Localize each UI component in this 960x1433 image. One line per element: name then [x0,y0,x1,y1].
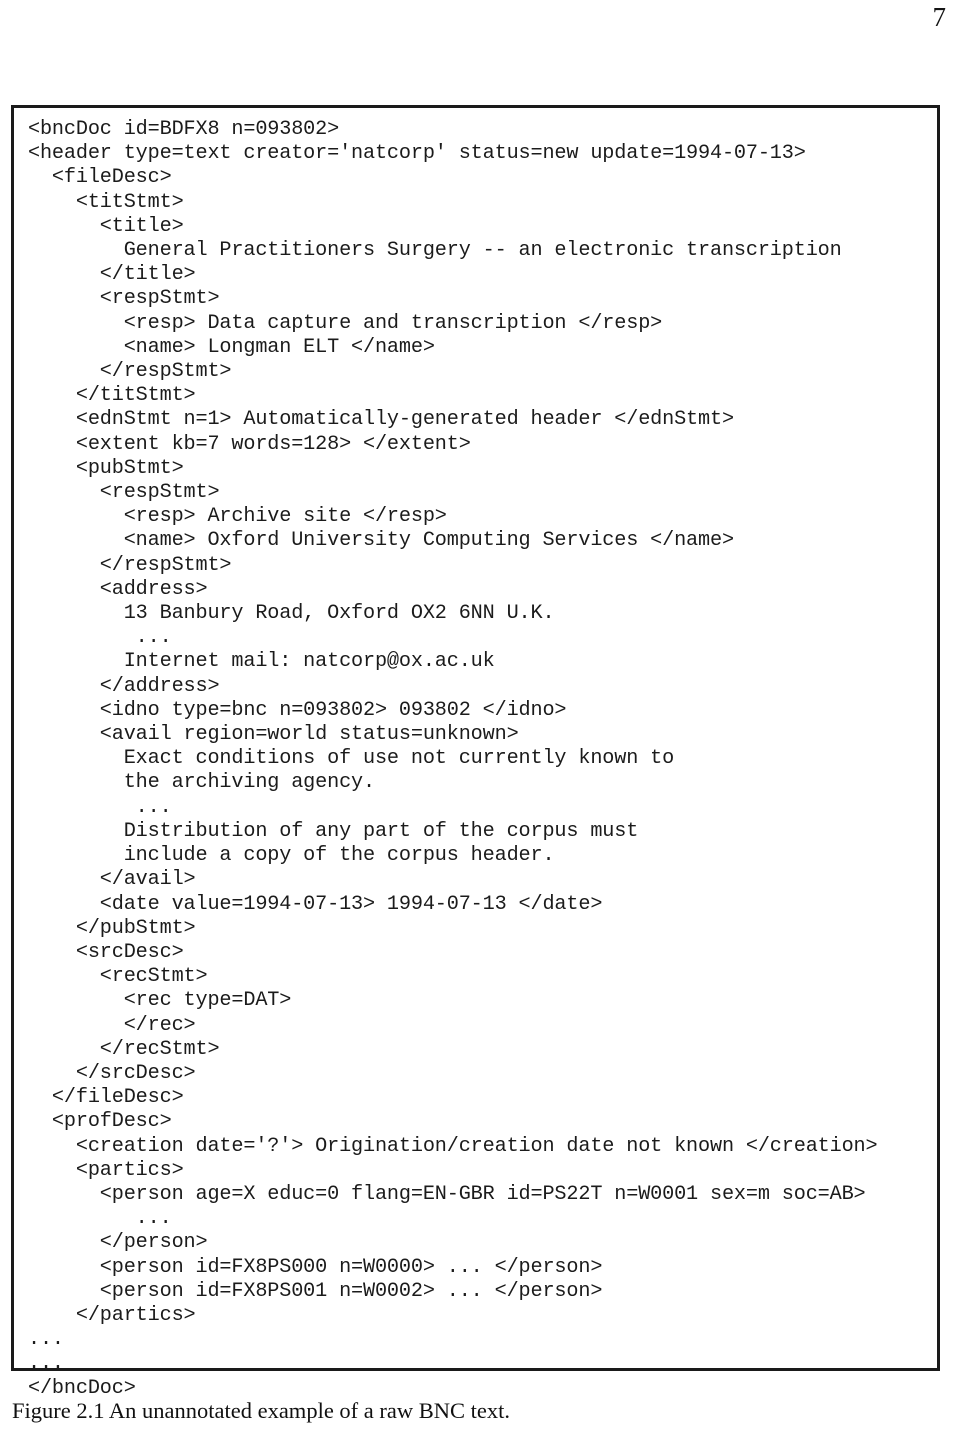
code-line: <creation date='?'> Origination/creation… [28,1134,878,1158]
code-line: include a copy of the corpus header. [28,844,555,868]
code-line: </partics> [28,1303,196,1327]
code-line: </recStmt> [28,1037,220,1061]
code-line: <fileDesc> [28,166,172,190]
code-line: <header type=text creator='natcorp' stat… [28,142,806,166]
code-line: <ednStmt n=1> Automatically-generated he… [28,408,734,432]
code-line: </titStmt> [28,384,196,408]
code-line: </avail> [28,868,196,892]
code-line: <respStmt> [28,287,220,311]
code-line: ... [28,626,172,650]
code-line: <resp> Data capture and transcription </… [28,311,663,335]
code-line: 13 Banbury Road, Oxford OX2 6NN U.K. [28,602,555,626]
code-line: Exact conditions of use not currently kn… [28,747,675,771]
code-line: <extent kb=7 words=128> </extent> [28,432,471,456]
code-line: </rec> [28,1013,196,1037]
code-listing: <bncDoc id=BDFX8 n=093802> <header type=t… [14,108,937,1401]
figure-frame: <bncDoc id=BDFX8 n=093802> <header type=t… [11,105,940,1400]
code-line: ... [28,795,172,819]
code-line: <profDesc> [28,1110,172,1134]
code-line: </address> [28,674,220,698]
code-line: the archiving agency. [28,771,375,795]
code-line: </person> [28,1231,208,1255]
code-line: ... [28,1207,172,1231]
code-line: ... [28,1328,64,1352]
code-line: <srcDesc> [28,940,184,964]
code-line: <pubStmt> [28,456,184,480]
code-line: <partics> [28,1158,184,1182]
code-line: <bncDoc id=BDFX8 n=093802> [28,118,340,141]
code-line: <recStmt> [28,965,208,989]
code-line: <person id=FX8PS001 n=W0002> ... </perso… [28,1279,603,1303]
code-line: <respStmt> [28,481,220,505]
code-line: </fileDesc> [28,1086,184,1110]
code-line: </srcDesc> [28,1061,196,1085]
code-line: <address> [28,577,208,601]
code-line: <date value=1994-07-13> 1994-07-13 </dat… [28,892,603,916]
document-page: { "page": { "number": "7", "background_c… [0,0,960,1433]
code-line: <person id=FX8PS000 n=W0000> ... </perso… [28,1255,603,1279]
code-line: General Practitioners Surgery -- an elec… [28,239,842,263]
code-line: <person age=X educ=0 flang=EN-GBR id=PS2… [28,1182,866,1206]
code-line: <titStmt> [28,190,184,214]
code-line: </respStmt> [28,360,232,384]
code-line: <name> Longman ELT </name> [28,335,435,359]
code-line: </respStmt> [28,553,232,577]
figure-caption: Figure 2.1 An unannotated example of a r… [12,1398,511,1423]
page-number: 7 [932,2,947,32]
code-line: Distribution of any part of the corpus m… [28,819,639,843]
code-line: <resp> Archive site </resp> [28,505,447,529]
code-line: <rec type=DAT> [28,989,292,1013]
code-line: Internet mail: natcorp@ox.ac.uk [28,650,495,674]
code-line: <name> Oxford University Computing Servi… [28,529,734,553]
code-line: </pubStmt> [28,916,196,940]
code-line: <avail region=world status=unknown> [28,723,519,747]
code-line: ... [28,1352,64,1376]
code-line: </title> [28,263,196,287]
code-line: <title> [28,214,184,238]
code-line: <idno type=bnc n=093802> 093802 </idno> [28,698,567,722]
